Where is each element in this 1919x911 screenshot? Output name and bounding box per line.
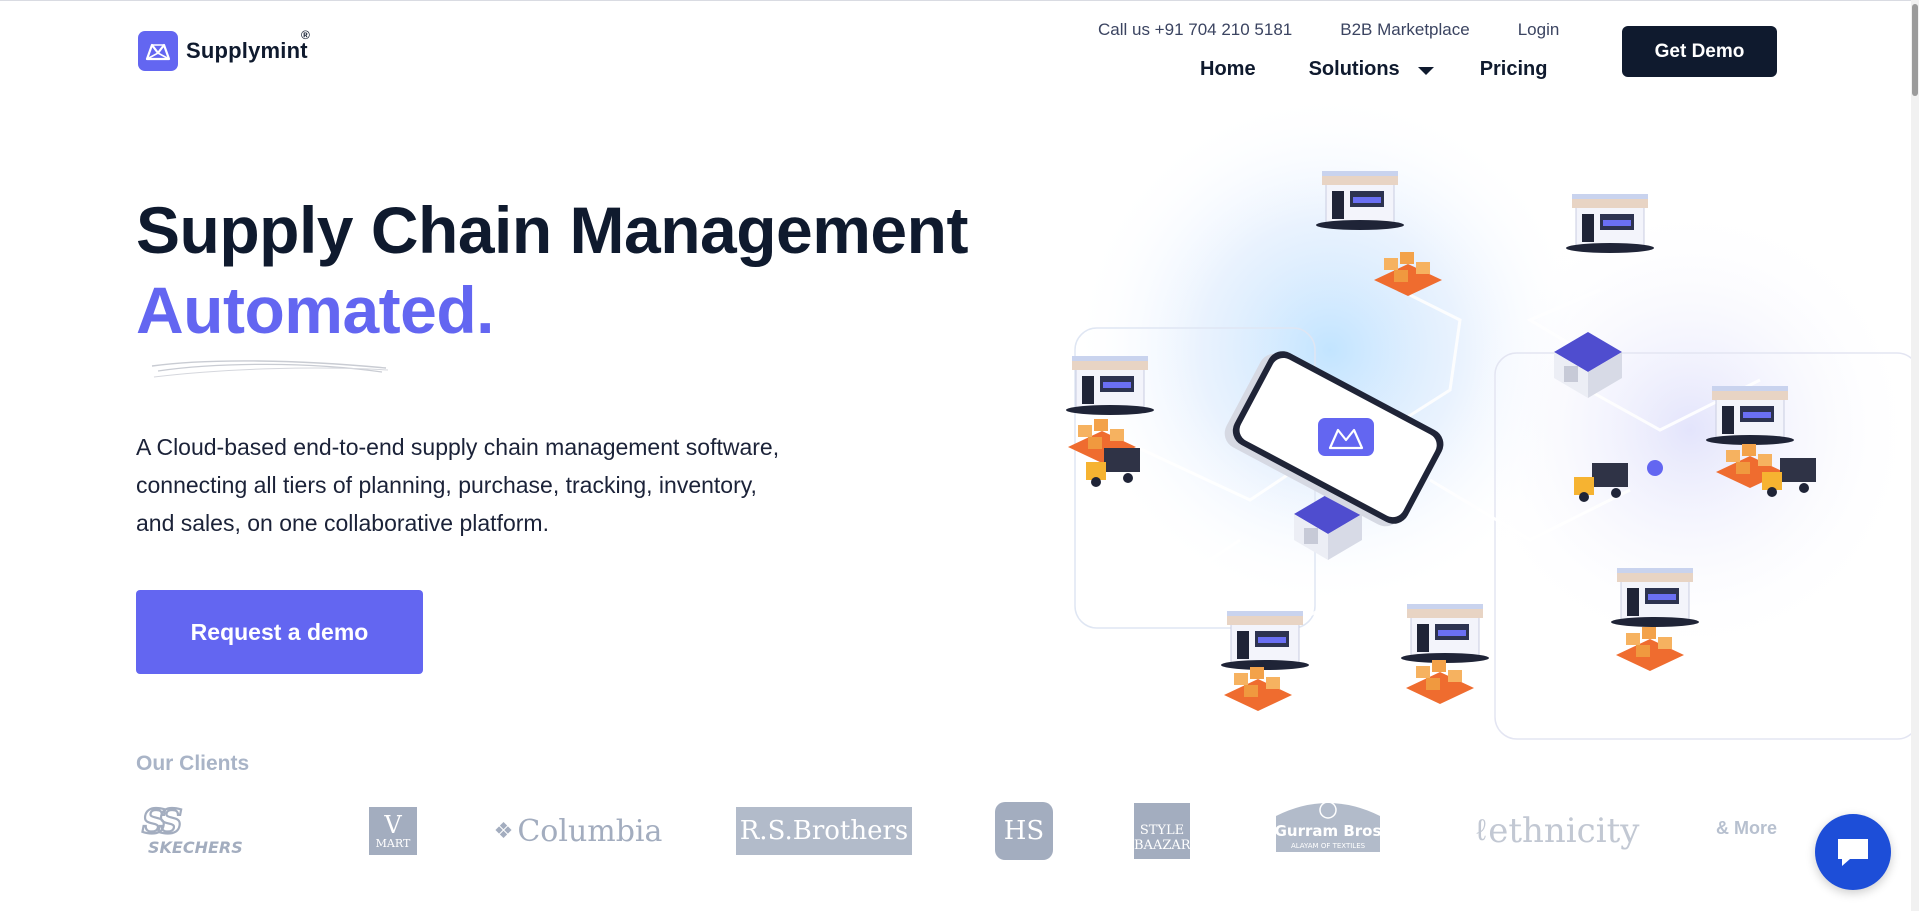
clients-logo-strip: S S SKECHERS V MART ❖ Columbia R.S.Broth… (136, 796, 1776, 866)
page-scrollbar-track[interactable] (1911, 0, 1919, 911)
hero-description: A Cloud-based end-to-end supply chain ma… (136, 428, 896, 542)
registered-mark: ® (301, 28, 310, 42)
client-logo-text: R.S.Brothers (736, 807, 912, 855)
client-logo-text: HS (995, 802, 1053, 860)
get-demo-button[interactable]: Get Demo (1622, 26, 1777, 77)
top-border (0, 0, 1919, 1)
brand-logo[interactable]: Supplymint ® (138, 28, 310, 71)
chevron-down-icon (1417, 67, 1434, 75)
more-clients-text: & More (1716, 818, 1778, 838)
supply-network-illustration (1010, 90, 1919, 760)
login-link[interactable]: Login (1518, 20, 1560, 40)
main-nav: Home Solutions Pricing (1200, 58, 1547, 81)
client-logo-style-baazar: STYLE BAAZAR (1134, 796, 1191, 866)
client-logo-gurram-bros: Gurram Bros ALAYAM OF TEXTILES (1266, 796, 1390, 866)
client-logo-text: ethnicity (1488, 811, 1640, 851)
client-logo-ethnicity: ℓ ethnicity (1476, 811, 1640, 851)
nav-home[interactable]: Home (1200, 58, 1256, 81)
hero-description-line: A Cloud-based end-to-end supply chain ma… (136, 434, 780, 460)
hero-title: Supply Chain Management (136, 193, 968, 267)
client-logo-text: SKECHERS (148, 838, 243, 857)
request-demo-button[interactable]: Request a demo (136, 590, 423, 674)
scribble-underline-decoration (151, 360, 389, 378)
call-us-link[interactable]: Call us +91 704 210 5181 (1098, 20, 1292, 40)
b2b-marketplace-link[interactable]: B2B Marketplace (1340, 20, 1469, 40)
hero-description-line: connecting all tiers of planning, purcha… (136, 472, 757, 498)
nav-solutions[interactable]: Solutions (1309, 58, 1434, 81)
clients-label: Our Clients (136, 752, 250, 775)
client-logo-hs: HS (994, 796, 1054, 866)
nav-pricing[interactable]: Pricing (1480, 58, 1548, 81)
client-logo-vmart: V MART (368, 796, 418, 866)
client-logo-text: Gurram Bros (1275, 822, 1382, 840)
client-logo-text: Columbia (517, 813, 663, 849)
client-logo-subtext: ALAYAM OF TEXTILES (1291, 842, 1366, 850)
brand-name: Supplymint (186, 38, 308, 63)
client-logo-rs-brothers: R.S.Brothers (736, 796, 912, 866)
hero-description-line: and sales, on one collaborative platform… (136, 510, 549, 536)
page-scrollbar-thumb[interactable] (1912, 4, 1918, 96)
top-utility-bar: Call us +91 704 210 5181 B2B Marketplace… (1098, 20, 1559, 40)
nav-solutions-label: Solutions (1308, 58, 1400, 80)
client-logo-columbia: ❖ Columbia (493, 813, 663, 849)
supplymint-logo-icon (138, 31, 178, 71)
chat-widget-button[interactable] (1815, 814, 1891, 890)
hero-accent-title: Automated. (136, 273, 495, 347)
client-logo-skechers: S S SKECHERS (136, 796, 292, 866)
chat-icon (1838, 839, 1868, 866)
svg-text:S: S (158, 802, 183, 842)
